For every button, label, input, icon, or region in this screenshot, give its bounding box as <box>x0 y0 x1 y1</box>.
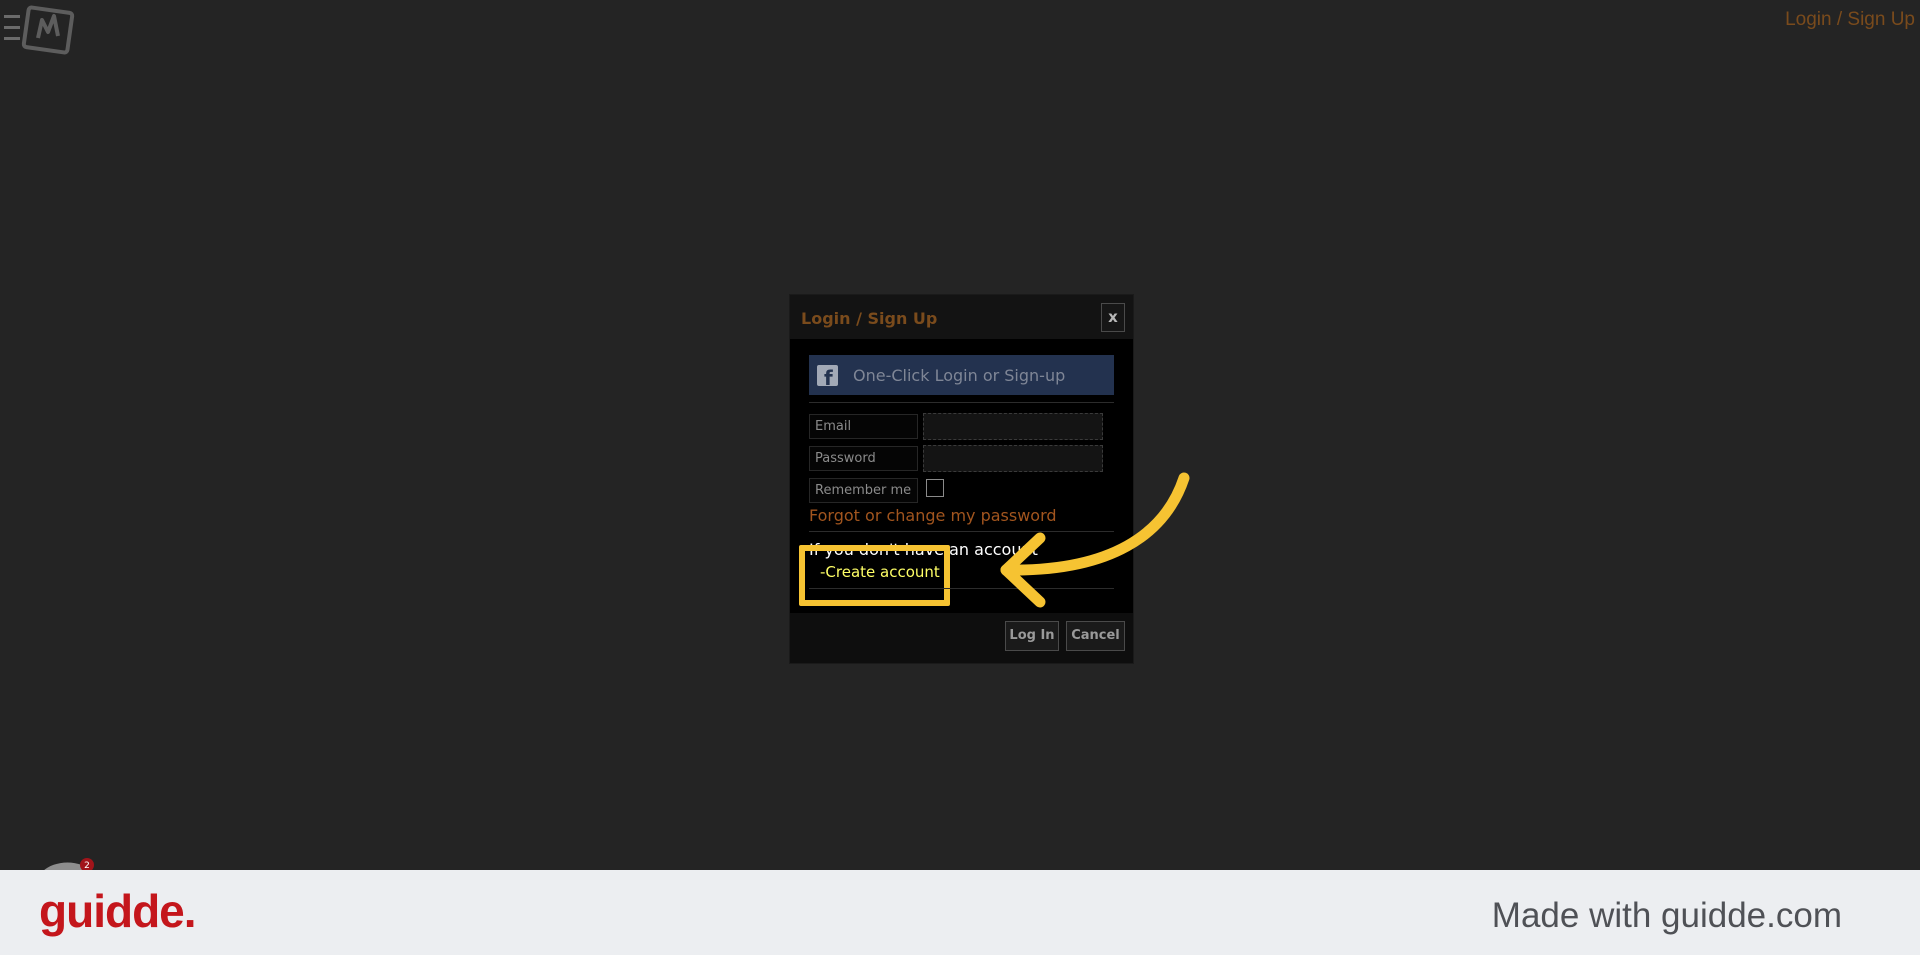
guidde-logo: guidde. <box>39 885 197 937</box>
guidde-footer: guidde. Made with guidde.com <box>0 870 1920 955</box>
site-logo-icon[interactable] <box>18 2 78 58</box>
close-button[interactable]: x <box>1101 303 1125 332</box>
header-login-link[interactable]: Login / Sign Up <box>1785 9 1915 31</box>
password-field[interactable] <box>923 445 1103 472</box>
modal-header: Login / Sign Up x <box>790 295 1133 339</box>
modal-title: Login / Sign Up <box>801 309 938 328</box>
email-label: Email <box>809 414 918 439</box>
made-with-text: Made with guidde.com <box>1491 896 1842 935</box>
facebook-login-label: One-Click Login or Sign-up <box>853 366 1066 385</box>
remember-me-label: Remember me <box>809 478 918 503</box>
chat-bubble-icon[interactable]: 2 <box>40 856 100 872</box>
pointer-arrow-icon <box>1000 472 1190 608</box>
highlight-box <box>799 545 950 606</box>
cancel-button[interactable]: Cancel <box>1066 621 1125 651</box>
facebook-icon: f <box>817 365 838 386</box>
email-field[interactable] <box>923 413 1103 440</box>
password-label: Password <box>809 446 918 471</box>
divider <box>809 402 1114 403</box>
remember-me-checkbox[interactable] <box>926 479 944 497</box>
facebook-login-button[interactable]: f One-Click Login or Sign-up <box>809 355 1114 395</box>
modal-footer: Log In Cancel <box>790 613 1133 663</box>
login-button[interactable]: Log In <box>1005 621 1059 651</box>
